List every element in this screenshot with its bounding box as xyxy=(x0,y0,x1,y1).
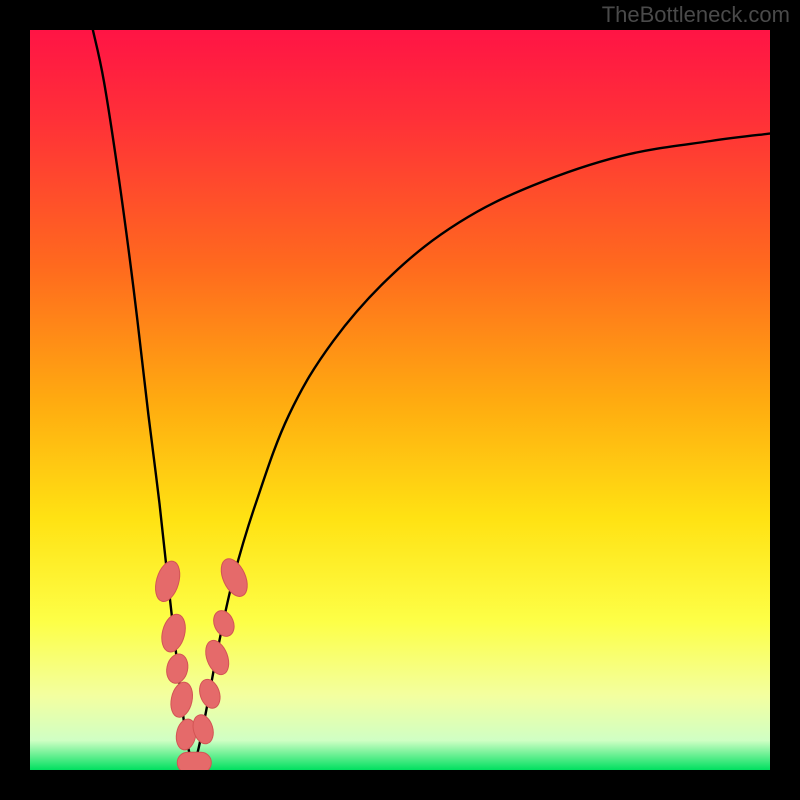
gradient-background xyxy=(30,30,770,770)
plot-area xyxy=(30,30,770,770)
marker-capsule xyxy=(177,752,211,770)
bottleneck-curve-chart xyxy=(30,30,770,770)
chart-frame: TheBottleneck.com xyxy=(0,0,800,800)
watermark-text: TheBottleneck.com xyxy=(602,2,790,28)
